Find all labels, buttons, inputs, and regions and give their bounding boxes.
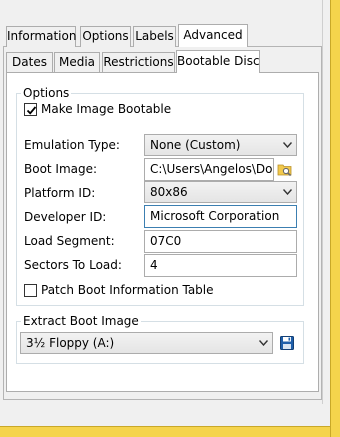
boot-image-label: Boot Image: [24,162,98,176]
extract-group-legend: Extract Boot Image [21,314,141,328]
developer-id-input[interactable]: Microsoft Corporation [144,205,297,228]
developer-id-label: Developer ID: [24,210,107,224]
emulation-type-value: None (Custom) [150,138,241,152]
emulation-type-label: Emulation Type: [24,138,120,152]
emulation-type-select[interactable]: None (Custom) [144,134,297,156]
tab-information[interactable]: Information [6,26,76,47]
chevron-down-icon [259,340,268,346]
sectors-to-load-label: Sectors To Load: [24,258,122,272]
window-frame-right [330,0,340,437]
tab-restrictions[interactable]: Restrictions [102,52,175,73]
chevron-down-icon [283,142,292,148]
window-frame-bottom [0,426,330,437]
floppy-save-icon[interactable] [279,335,295,351]
checkmark-icon [26,106,37,115]
sectors-to-load-input[interactable]: 4 [144,254,297,277]
tab-labels[interactable]: Labels [133,26,176,47]
make-bootable-label: Make Image Bootable [41,102,172,116]
platform-id-select[interactable]: 80x86 [144,181,297,203]
platform-id-value: 80x86 [150,185,188,199]
patch-boot-table-label: Patch Boot Information Table [41,283,214,297]
tab-options[interactable]: Options [80,26,131,47]
extract-drive-value: 3½ Floppy (A:) [26,336,115,350]
folder-search-icon[interactable] [277,161,293,177]
window-edge [322,0,323,404]
tab-advanced[interactable]: Advanced [178,24,248,47]
options-group-legend: Options [21,86,72,100]
load-segment-input[interactable]: 07C0 [144,230,297,253]
platform-id-label: Platform ID: [24,186,96,200]
make-bootable-checkbox[interactable] [24,103,37,116]
tab-media[interactable]: Media [54,52,100,73]
chevron-down-icon [283,189,292,195]
patch-boot-table-checkbox[interactable] [24,284,37,297]
tab-bootable-disc[interactable]: Bootable Disc [176,50,260,73]
tab-dates[interactable]: Dates [6,52,53,73]
boot-image-input[interactable]: C:\Users\Angelos\Dow [144,158,274,181]
load-segment-label: Load Segment: [24,234,115,248]
extract-drive-select[interactable]: 3½ Floppy (A:) [20,332,273,354]
